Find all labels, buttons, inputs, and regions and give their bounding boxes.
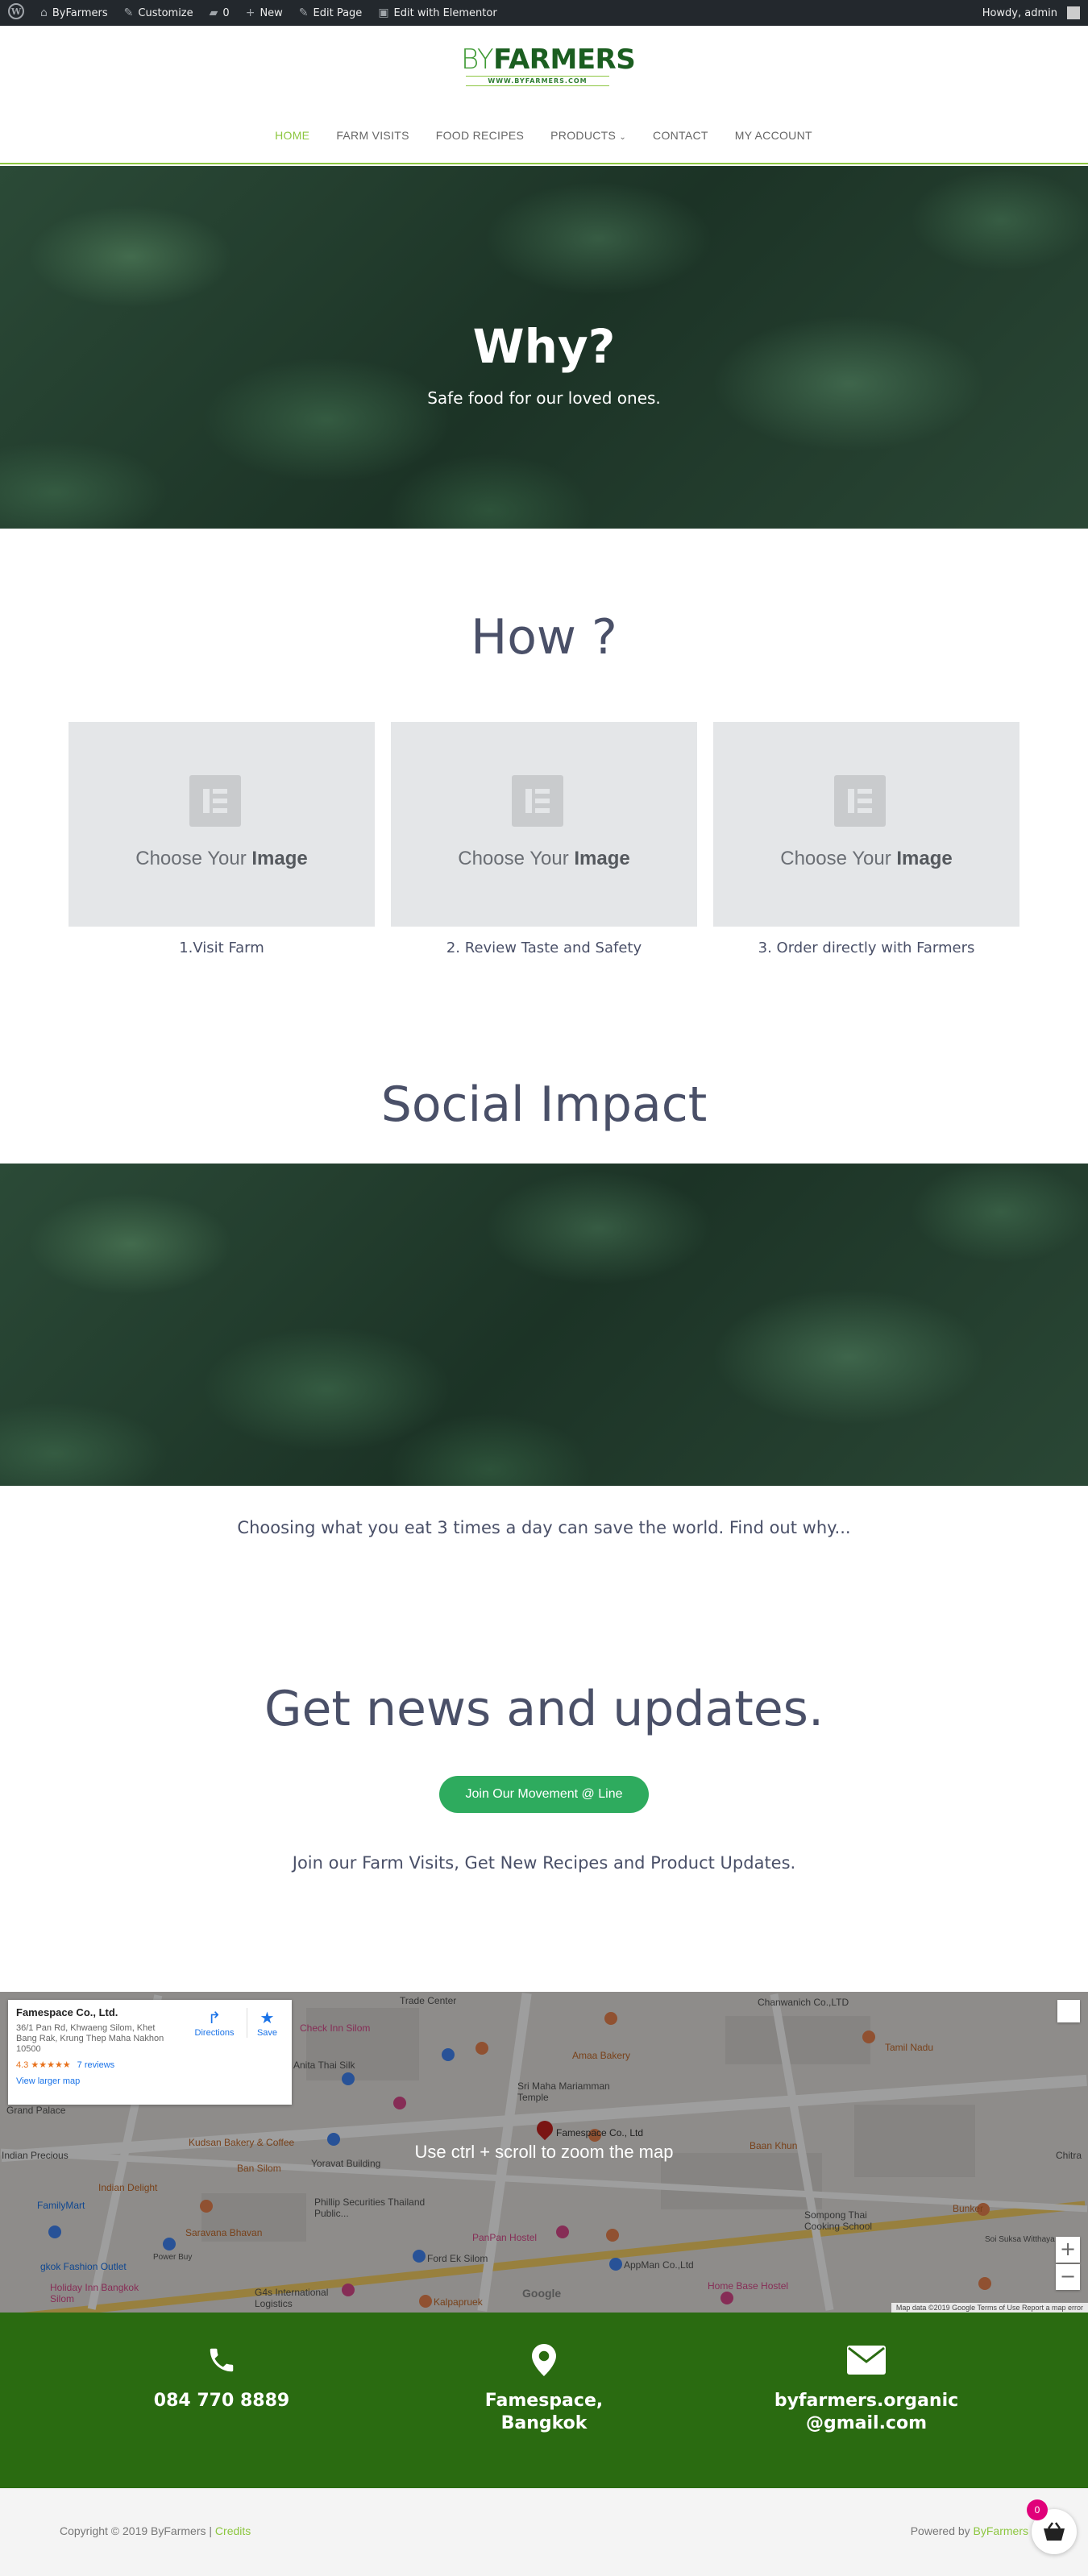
nav-item-contact[interactable]: CONTACT bbox=[640, 129, 722, 142]
nav-item-my-account[interactable]: MY ACCOUNT bbox=[722, 129, 826, 142]
chevron-down-icon: ⌄ bbox=[619, 133, 627, 142]
zoom-out-button[interactable]: − bbox=[1056, 2264, 1080, 2290]
admin-new-link[interactable]: + New bbox=[238, 0, 291, 26]
nav-item-food-recipes[interactable]: FOOD RECIPES bbox=[423, 129, 538, 142]
step-caption: 1.Visit Farm bbox=[179, 940, 264, 956]
how-title: How ? bbox=[471, 609, 617, 666]
admin-customize-link[interactable]: ✎ Customize bbox=[116, 0, 201, 26]
place-rating: 4.3 ★★★★★ 7 reviews bbox=[16, 2060, 115, 2070]
basket-icon bbox=[1044, 2522, 1065, 2541]
wordpress-icon: W bbox=[8, 3, 24, 23]
admin-account-menu[interactable]: Howdy, admin bbox=[974, 0, 1088, 26]
hero-section: Why? Safe food for our loved ones. bbox=[0, 166, 1088, 529]
elementor-placeholder-icon bbox=[834, 775, 886, 827]
google-map[interactable]: Trade Center Chanwanich Co.,LTD Check In… bbox=[0, 1992, 1088, 2313]
contact-location[interactable]: Famespace, Bangkok bbox=[423, 2342, 665, 2435]
elementor-icon: ▣ bbox=[378, 6, 389, 19]
social-impact-title: Social Impact bbox=[380, 1076, 708, 1133]
map-attribution: Map data ©2019 Google Terms of Use Repor… bbox=[891, 2303, 1088, 2313]
site-header: BYFARMERS WWW.BYFARMERS.COM HOME FARM VI… bbox=[0, 26, 1088, 164]
map-marker-icon bbox=[423, 2342, 665, 2379]
brush-icon: ✎ bbox=[123, 6, 134, 19]
svg-text:W: W bbox=[10, 6, 22, 17]
envelope-icon bbox=[745, 2342, 987, 2379]
home-icon: ⌂ bbox=[40, 6, 48, 19]
step-caption: 3. Order directly with Farmers bbox=[758, 940, 975, 956]
save-button[interactable]: ★ Save bbox=[247, 2008, 287, 2038]
step-image-placeholder: Choose Your Image bbox=[69, 722, 375, 927]
cart-count-badge: 0 bbox=[1027, 2499, 1048, 2520]
directions-icon: ↱ bbox=[207, 2010, 222, 2027]
logo-text-bold: FARMERS bbox=[493, 44, 636, 76]
admin-bar: W ⌂ ByFarmers ✎ Customize ▰ 0 + New ✎ Ed… bbox=[0, 0, 1088, 26]
social-impact-image bbox=[0, 1164, 1088, 1486]
star-icon: ★ bbox=[260, 2010, 275, 2027]
star-rating-icon: ★★★★★ bbox=[31, 2060, 71, 2070]
reviews-link[interactable]: 7 reviews bbox=[77, 2060, 114, 2070]
view-larger-map-link[interactable]: View larger map bbox=[16, 2076, 284, 2086]
fullscreen-button[interactable] bbox=[1057, 2000, 1080, 2022]
avatar bbox=[1067, 6, 1080, 19]
contact-band: 084 770 8889 Famespace, Bangkok byfarmer… bbox=[0, 2313, 1088, 2488]
place-name: Famespace Co., Ltd. bbox=[16, 2006, 118, 2018]
powered-by: Powered by ByFarmers bbox=[910, 2524, 1028, 2537]
step-image-placeholder: Choose Your Image bbox=[391, 722, 697, 927]
hero-subtitle: Safe food for our loved ones. bbox=[427, 388, 661, 408]
elementor-placeholder-icon bbox=[512, 775, 563, 827]
news-text: Join our Farm Visits, Get New Recipes an… bbox=[292, 1853, 796, 1873]
elementor-placeholder-icon bbox=[189, 775, 241, 827]
admin-comments-link[interactable]: ▰ 0 bbox=[201, 0, 238, 26]
copyright: Copyright © 2019 ByFarmers | Credits bbox=[60, 2524, 251, 2537]
comment-icon: ▰ bbox=[209, 6, 218, 19]
zoom-in-button[interactable]: + bbox=[1056, 2237, 1080, 2263]
contact-email[interactable]: byfarmers.organic @gmail.com bbox=[745, 2342, 987, 2435]
site-logo[interactable]: BYFARMERS WWW.BYFARMERS.COM bbox=[461, 44, 636, 86]
map-place-card: Famespace Co., Ltd. 36/1 Pan Rd, Khwaeng… bbox=[8, 2000, 292, 2105]
nav-item-home[interactable]: HOME bbox=[262, 129, 323, 142]
join-line-button[interactable]: Join Our Movement @ Line bbox=[439, 1776, 649, 1813]
admin-elementor-link[interactable]: ▣ Edit with Elementor bbox=[370, 0, 505, 26]
step-image-placeholder: Choose Your Image bbox=[713, 722, 1019, 927]
site-footer: Copyright © 2019 ByFarmers | Credits Pow… bbox=[0, 2488, 1088, 2576]
credits-link[interactable]: Credits bbox=[215, 2524, 251, 2537]
plus-icon: + bbox=[245, 6, 255, 19]
logo-subtitle: WWW.BYFARMERS.COM bbox=[466, 76, 609, 86]
admin-site-link[interactable]: ⌂ ByFarmers bbox=[32, 0, 116, 26]
admin-edit-page-link[interactable]: ✎ Edit Page bbox=[291, 0, 371, 26]
wordpress-logo-button[interactable]: W bbox=[0, 0, 32, 26]
place-address: 36/1 Pan Rd, Khwaeng Silom, Khet Bang Ra… bbox=[16, 2023, 164, 2054]
step-caption: 2. Review Taste and Safety bbox=[446, 940, 642, 956]
logo-text-light: BY bbox=[461, 44, 494, 76]
contact-phone[interactable]: 084 770 8889 bbox=[101, 2342, 343, 2412]
social-impact-text: Choosing what you eat 3 times a day can … bbox=[237, 1518, 851, 1537]
map-zoom-hint: Use ctrl + scroll to zoom the map bbox=[414, 2142, 674, 2162]
pencil-icon: ✎ bbox=[298, 6, 309, 19]
google-logo: Google bbox=[522, 2287, 562, 2300]
phone-icon bbox=[101, 2342, 343, 2379]
powered-by-link[interactable]: ByFarmers bbox=[974, 2524, 1028, 2537]
hero-title: Why? bbox=[472, 319, 616, 374]
news-title: Get news and updates. bbox=[264, 1681, 824, 1737]
nav-item-products[interactable]: PRODUCTS ⌄ bbox=[538, 129, 640, 142]
main-nav: HOME FARM VISITS FOOD RECIPES PRODUCTS ⌄… bbox=[0, 129, 1088, 142]
directions-button[interactable]: ↱ Directions bbox=[190, 2008, 239, 2038]
nav-item-farm-visits[interactable]: FARM VISITS bbox=[323, 129, 422, 142]
